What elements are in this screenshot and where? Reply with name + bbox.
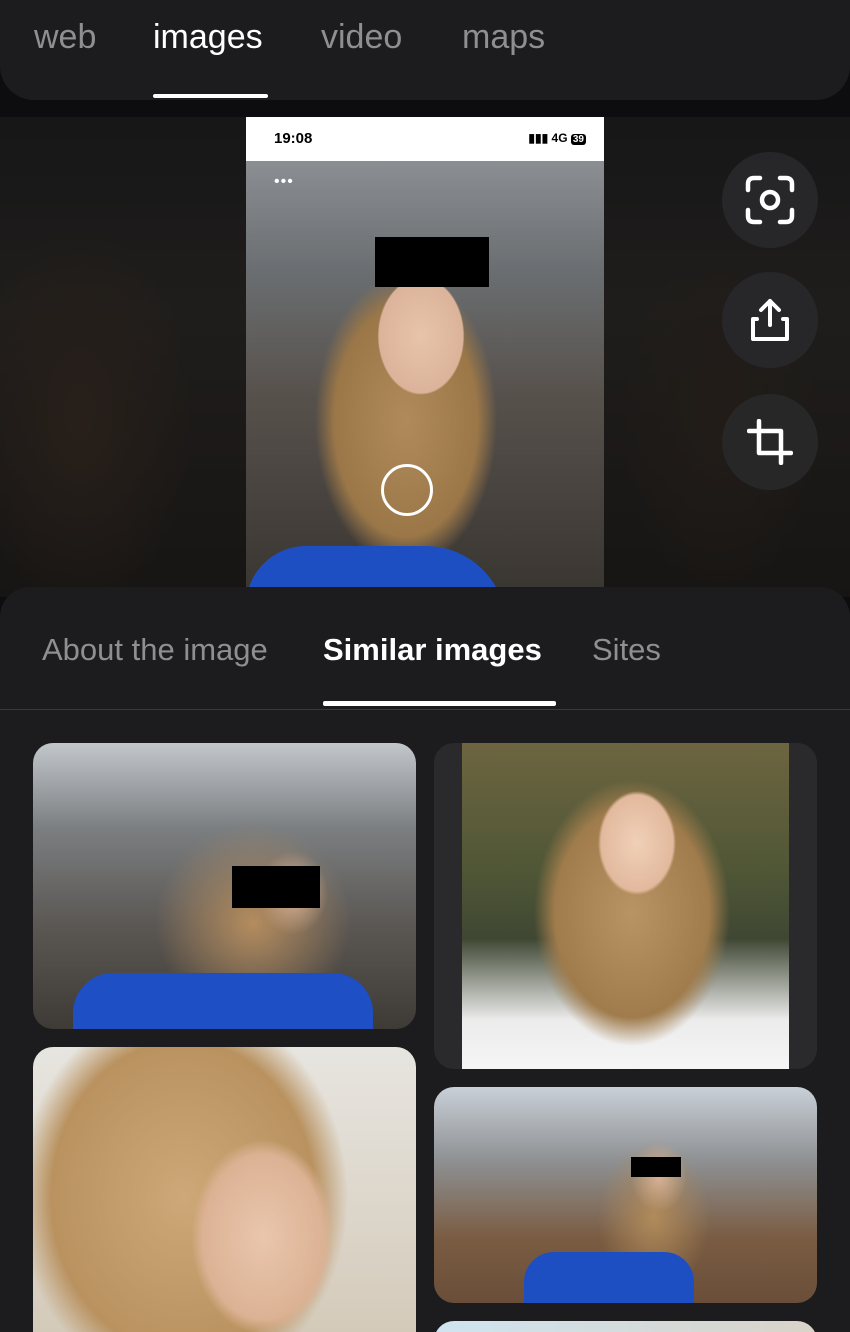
active-tab-indicator (153, 94, 268, 98)
card-photo (462, 743, 789, 1069)
similar-image-card[interactable] (434, 1087, 817, 1303)
focus-point-icon[interactable] (381, 464, 433, 516)
photo-shirt (246, 546, 506, 587)
redaction-bar (375, 237, 489, 287)
signal-icon: ▮▮▮ (528, 131, 549, 145)
card-shirt (524, 1252, 694, 1303)
query-image[interactable]: 19:08 ▮▮▮ 4G 39 ••• (246, 117, 604, 587)
results-sheet: About the image Similar images Sites (0, 587, 850, 1332)
status-signal: ▮▮▮ 4G 39 (528, 131, 586, 145)
tab-video[interactable]: video (321, 18, 402, 57)
tab-images[interactable]: images (153, 18, 263, 57)
share-button[interactable] (722, 272, 818, 368)
tab-similar-images[interactable]: Similar images (323, 632, 542, 668)
similar-image-card[interactable] (434, 1321, 817, 1332)
share-icon (751, 299, 789, 341)
status-time: 19:08 (274, 130, 313, 147)
tab-sites[interactable]: Sites (592, 632, 661, 668)
sheet-active-indicator (323, 701, 556, 706)
crop-icon (747, 419, 793, 465)
sheet-divider (0, 709, 850, 710)
tab-maps[interactable]: maps (462, 18, 545, 57)
crop-button[interactable] (722, 394, 818, 490)
redaction-bar (631, 1157, 681, 1177)
top-nav: web images video maps (0, 0, 850, 100)
network-label: 4G (551, 131, 568, 145)
battery-icon: 39 (570, 134, 586, 145)
similar-image-card[interactable] (33, 1047, 416, 1332)
scan-icon (745, 175, 795, 225)
more-dots-icon: ••• (274, 173, 294, 190)
redaction-bar (232, 866, 320, 908)
card-shirt (73, 973, 373, 1029)
scan-button[interactable] (722, 152, 818, 248)
tab-about-image[interactable]: About the image (42, 632, 268, 668)
tab-web[interactable]: web (34, 18, 96, 57)
preview-photo (246, 161, 604, 587)
screenshot-status-bar: 19:08 ▮▮▮ 4G 39 (246, 117, 604, 161)
image-preview-area: 19:08 ▮▮▮ 4G 39 ••• (0, 117, 850, 597)
similar-image-card[interactable] (33, 743, 416, 1029)
similar-image-card[interactable] (434, 743, 817, 1069)
